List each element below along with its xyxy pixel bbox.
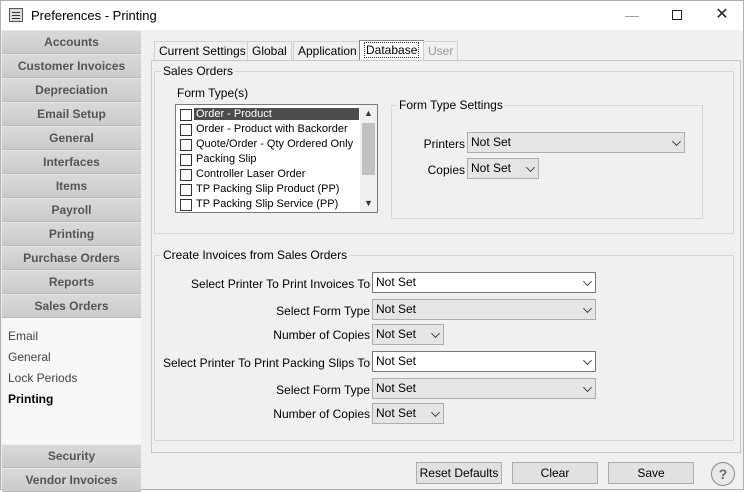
sidebar-item-security[interactable]: Security (2, 444, 141, 468)
list-item[interactable]: Order - Product (178, 107, 360, 122)
sidebar-item-general[interactable]: General (2, 126, 141, 150)
invoice-printer-select[interactable]: Not Set (372, 272, 596, 293)
maximize-icon (672, 10, 682, 20)
list-item[interactable]: Controller Laser Order (178, 167, 360, 182)
create-invoices-title: Create Invoices from Sales Orders (161, 248, 350, 262)
sidebar-item-reports[interactable]: Reports (2, 270, 141, 294)
chevron-down-icon (583, 356, 592, 365)
slip-form-label: Select Form Type (276, 383, 370, 397)
checkbox[interactable] (180, 154, 192, 166)
subitem-lock-periods[interactable]: Lock Periods (8, 371, 77, 385)
list-item[interactable]: Order - Product with Backorder (178, 122, 360, 137)
sales-orders-title: Sales Orders (161, 64, 236, 78)
checkbox[interactable] (180, 124, 192, 136)
invoice-form-label: Select Form Type (276, 304, 370, 318)
save-button[interactable]: Save (608, 462, 694, 484)
checkbox[interactable] (180, 199, 192, 211)
window-title: Preferences - Printing (31, 8, 157, 23)
chevron-down-icon (583, 383, 592, 392)
scroll-thumb[interactable] (362, 123, 375, 175)
checkbox[interactable] (180, 139, 192, 151)
copies-label: Copies (427, 163, 465, 177)
help-icon[interactable]: ? (711, 462, 735, 486)
preferences-window: Preferences - Printing — ✕ Accounts Cust… (0, 0, 744, 492)
form-type-settings-group (391, 105, 703, 219)
sidebar-item-interfaces[interactable]: Interfaces (2, 150, 141, 174)
chevron-down-icon (431, 329, 440, 338)
list-scrollbar[interactable]: ▲ ▼ (360, 105, 377, 212)
subitem-email[interactable]: Email (8, 329, 38, 343)
reset-defaults-button[interactable]: Reset Defaults (416, 462, 502, 484)
tab-database[interactable]: Database (359, 40, 425, 61)
chevron-down-icon (583, 304, 592, 313)
sidebar-item-email-setup[interactable]: Email Setup (2, 102, 141, 126)
clear-button[interactable]: Clear (512, 462, 598, 484)
sidebar: Accounts Customer Invoices Depreciation … (2, 30, 141, 492)
sidebar-item-depreciation[interactable]: Depreciation (2, 78, 141, 102)
slip-copies-select[interactable]: Not Set (372, 403, 444, 424)
invoice-copies-select[interactable]: Not Set (372, 324, 444, 345)
minimize-button[interactable]: — (617, 5, 647, 25)
checkbox[interactable] (180, 109, 192, 121)
slip-printer-label: Select Printer To Print Packing Slips To (163, 356, 370, 370)
printers-label: Printers (423, 137, 465, 151)
sidebar-item-payroll[interactable]: Payroll (2, 198, 141, 222)
copies-select[interactable]: Not Set (467, 158, 539, 179)
form-types-list[interactable]: Order - Product Order - Product with Bac… (175, 104, 378, 213)
tab-global[interactable]: Global (247, 41, 292, 61)
slip-copies-label: Number of Copies (273, 407, 370, 421)
chevron-down-icon (583, 277, 592, 286)
sidebar-item-purchase-orders[interactable]: Purchase Orders (2, 246, 141, 270)
invoice-form-select[interactable]: Not Set (372, 299, 596, 320)
slip-form-select[interactable]: Not Set (372, 378, 596, 399)
title-bar: Preferences - Printing — ✕ (1, 1, 743, 30)
subitem-printing[interactable]: Printing (8, 392, 53, 406)
sidebar-item-sales-orders[interactable]: Sales Orders (2, 294, 141, 318)
sidebar-item-vendor-invoices[interactable]: Vendor Invoices (2, 468, 141, 492)
list-item[interactable]: Packing Slip (178, 152, 360, 167)
chevron-down-icon (672, 137, 681, 146)
tab-application[interactable]: Application (293, 41, 362, 61)
list-item[interactable]: TP Packing Slip Product (PP) (178, 182, 360, 197)
invoice-printer-label: Select Printer To Print Invoices To (191, 277, 370, 291)
chevron-down-icon (431, 408, 440, 417)
form-type-settings-title: Form Type Settings (397, 98, 505, 112)
invoice-copies-label: Number of Copies (273, 328, 370, 342)
chevron-down-icon (526, 163, 535, 172)
list-item[interactable]: Quote/Order - Qty Ordered Only (178, 137, 360, 152)
checkbox[interactable] (180, 184, 192, 196)
checkbox[interactable] (180, 169, 192, 181)
printers-select[interactable]: Not Set (467, 132, 685, 153)
maximize-button[interactable] (662, 5, 692, 25)
tab-user[interactable]: User (423, 41, 459, 61)
close-button[interactable]: ✕ (707, 5, 737, 25)
scroll-down-icon[interactable]: ▼ (360, 195, 377, 212)
list-item[interactable]: TP Packing Slip Service (PP) (178, 197, 360, 212)
sidebar-item-printing[interactable]: Printing (2, 222, 141, 246)
form-types-label: Form Type(s) (177, 86, 249, 100)
sidebar-item-items[interactable]: Items (2, 174, 141, 198)
scroll-up-icon[interactable]: ▲ (360, 105, 377, 122)
tab-current-settings[interactable]: Current Settings (154, 41, 251, 61)
sidebar-item-customer-invoices[interactable]: Customer Invoices (2, 54, 141, 78)
sidebar-item-accounts[interactable]: Accounts (2, 30, 141, 54)
app-icon (9, 8, 23, 22)
slip-printer-select[interactable]: Not Set (372, 351, 596, 372)
subitem-general[interactable]: General (8, 350, 51, 364)
tab-database-label: Database (364, 42, 420, 58)
